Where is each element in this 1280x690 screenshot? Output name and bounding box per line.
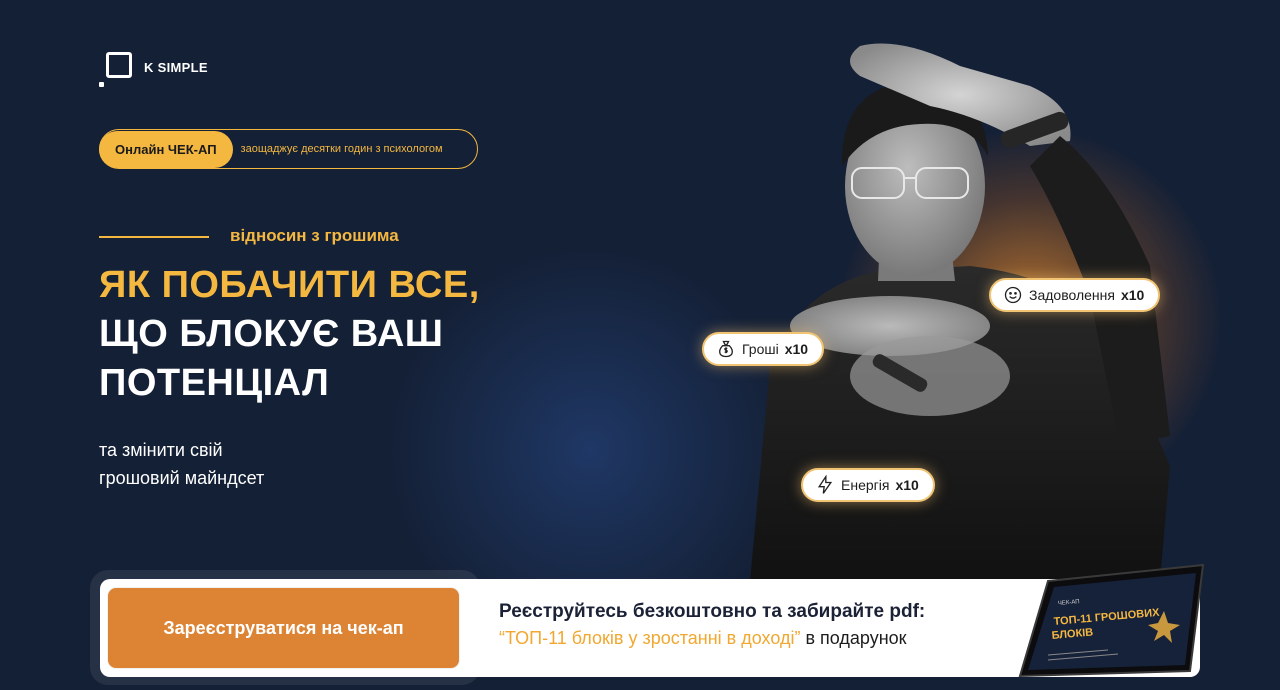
chip-money: Гроші x10 (702, 332, 825, 366)
cta-title: Реєструйтесь безкоштовно та забирайте pd… (499, 601, 926, 622)
chip-money-label: Гроші (742, 341, 779, 357)
headline-line-1: ЯК ПОБАЧИТИ ВСЕ, (99, 264, 480, 306)
chip-satisfaction: Задоволення x10 (989, 278, 1161, 312)
cta-pdf-title: “ТОП-11 блоків у зростанні в доході” (499, 628, 801, 648)
logo-mark-icon (98, 52, 136, 90)
headline-line-3: ПОТЕНЦІАЛ (99, 362, 330, 404)
money-bag-icon (719, 340, 733, 358)
lightning-icon (817, 475, 833, 494)
subtitle-line-2: грошовий майндсет (99, 468, 265, 488)
smile-icon (1004, 286, 1022, 304)
page-title: ЯК ПОБАЧИТИ ВСЕ, ЩО БЛОКУЄ ВАШ ПОТЕНЦІАЛ (99, 261, 480, 408)
chip-energy: Енергія x10 (801, 468, 935, 502)
pill-text: заощаджує десятки годин з психологом (240, 143, 443, 155)
chip-satisfaction-label: Задоволення (1029, 287, 1115, 303)
chip-energy-label: Енергія (841, 477, 890, 493)
headline-line-2: ЩО БЛОКУЄ ВАШ (99, 313, 444, 355)
subtitle-line-1: та змінити свій (99, 440, 223, 460)
cta-suffix: в подарунок (800, 628, 907, 648)
pdf-tablet-mockup: ЧЕК-АП ТОП-11 ГРОШОВИХ БЛОКІВ (1018, 563, 1205, 678)
cta-subtitle: “ТОП-11 блоків у зростанні в доході” в п… (499, 628, 925, 649)
chip-energy-mult: x10 (895, 477, 919, 493)
promo-pill: Онлайн ЧЕК-АП заощаджує десятки годин з … (99, 129, 478, 169)
tagline-divider (99, 236, 209, 238)
chip-money-mult: x10 (784, 341, 809, 357)
register-button[interactable]: Зареєструватися на чек-ап (108, 588, 459, 668)
cta-text: Реєструйтесь безкоштовно та забирайте pd… (499, 601, 925, 649)
subtitle: та змінити свій грошовий майндсет (99, 436, 264, 492)
logo[interactable]: K SIMPLE (98, 52, 208, 90)
pill-badge: Онлайн ЧЕК-АП (99, 130, 233, 168)
tagline: відносин з грошима (230, 226, 399, 245)
chip-satisfaction-mult: x10 (1120, 287, 1145, 303)
logo-text: K SIMPLE (144, 59, 208, 75)
